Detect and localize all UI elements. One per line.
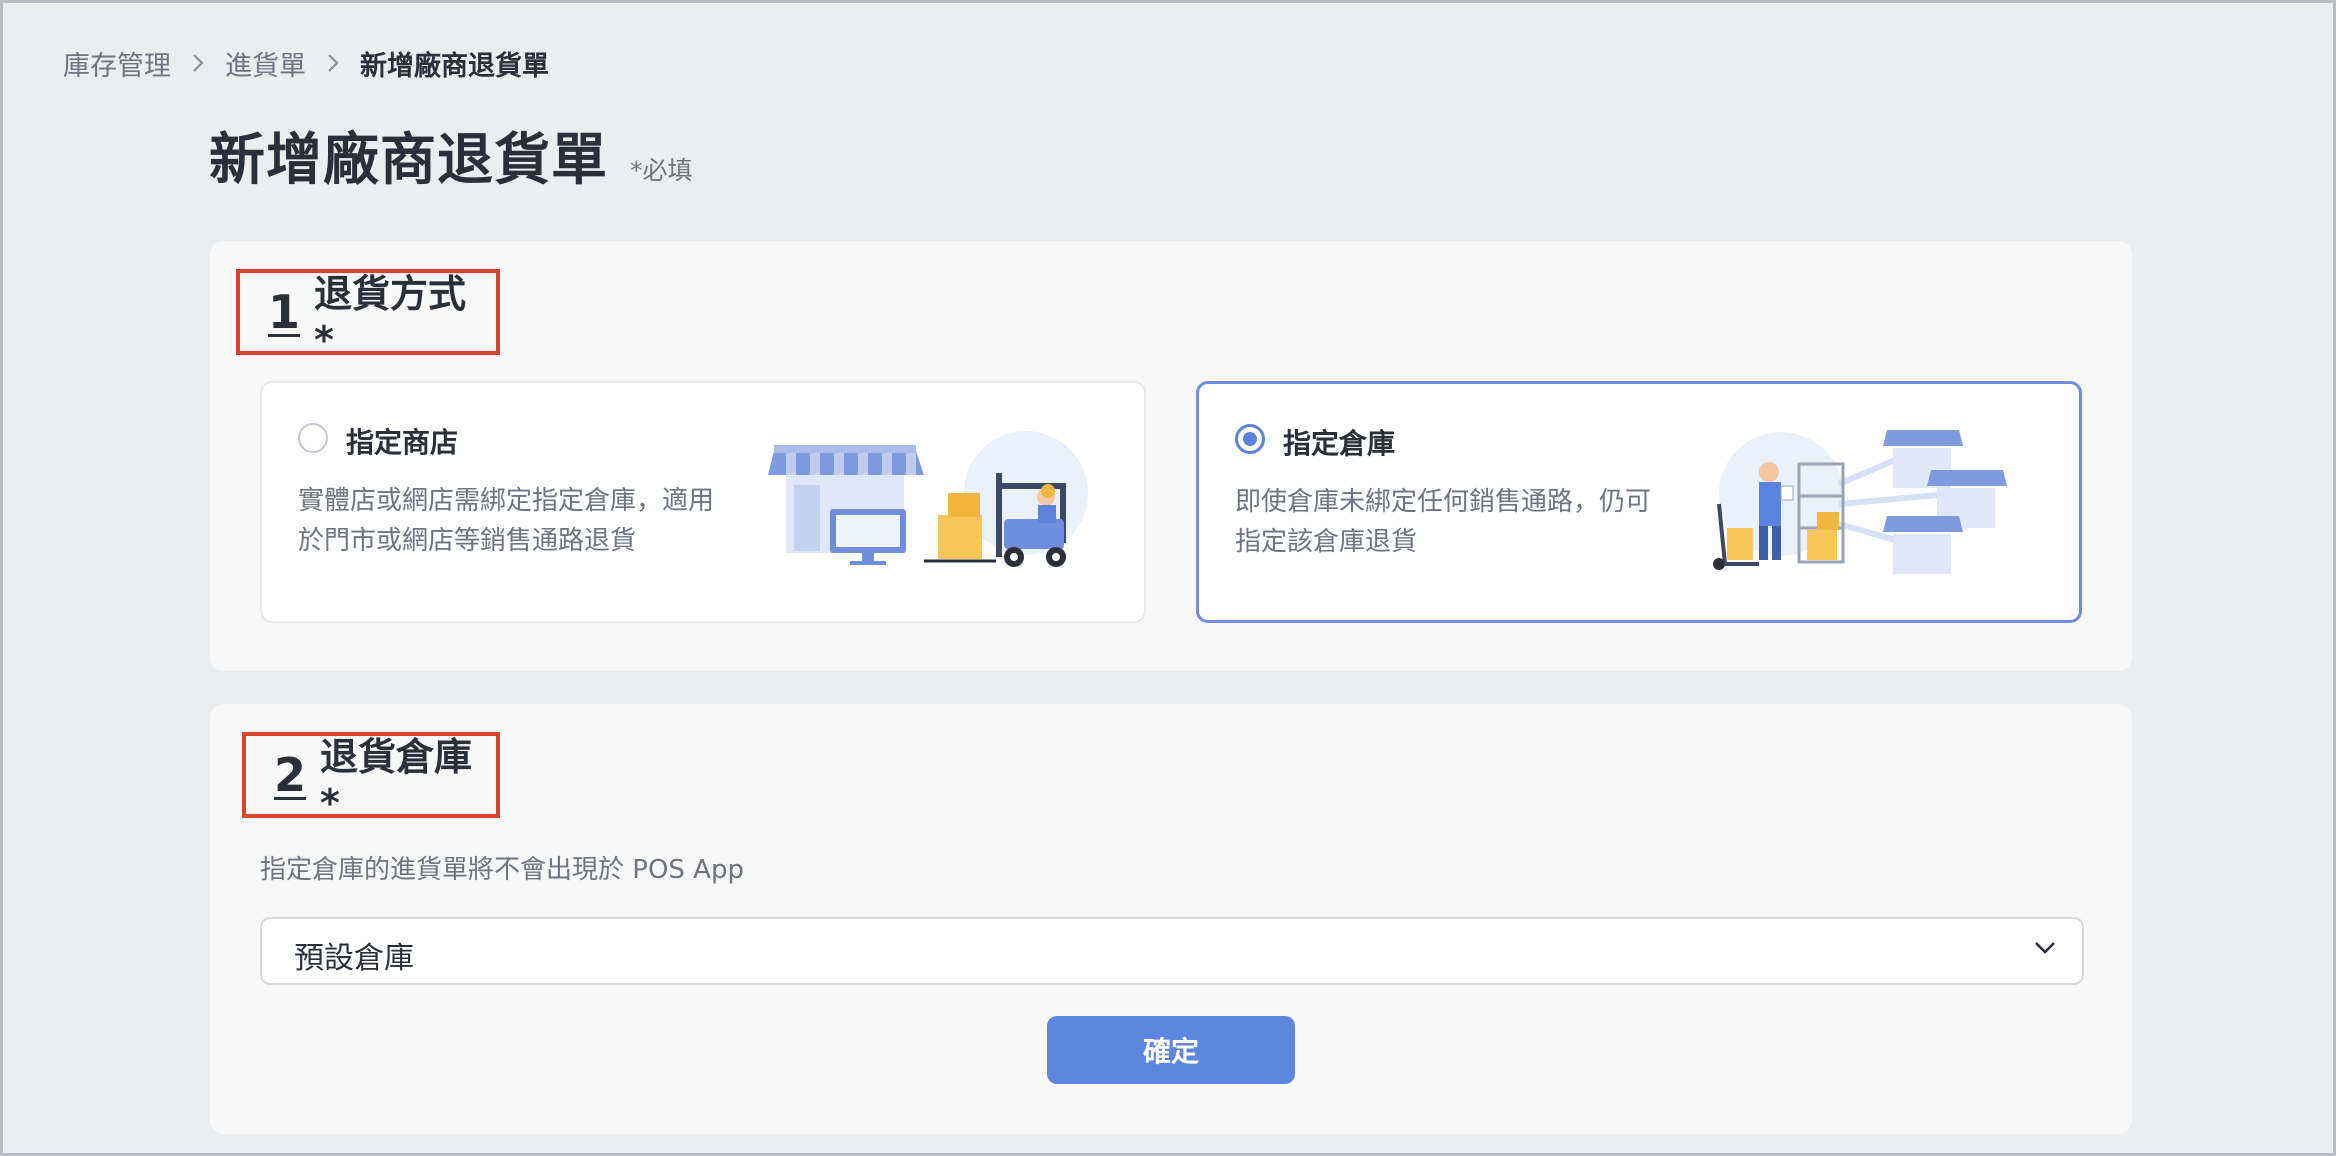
- required-note: *必填: [630, 156, 693, 185]
- radio-designated-warehouse[interactable]: [1235, 424, 1265, 454]
- option-title: 指定倉庫: [1283, 427, 1396, 460]
- chevron-right-icon: [326, 52, 340, 74]
- step-number: 2: [274, 748, 307, 802]
- title-row: 新增廠商退貨單 *必填: [209, 115, 693, 196]
- option-description: 即使倉庫未綁定任何銷售通路，仍可指定該倉庫退貨: [1235, 487, 1652, 557]
- step-number: 1: [268, 285, 301, 339]
- select-value: 預設倉庫: [294, 941, 414, 976]
- page-title: 新增廠商退貨單: [209, 128, 608, 193]
- option-title: 指定商店: [346, 426, 459, 459]
- option-description: 實體店或網店需綁定指定倉庫，適用於門市或網店等銷售通路退貨: [298, 486, 715, 556]
- return-warehouse-card: 2 退貨倉庫* 指定倉庫的進貨單將不會出現於 POS App 預設倉庫 確定: [210, 704, 2132, 1134]
- warehouse-hint: 指定倉庫的進貨單將不會出現於 POS App: [260, 855, 744, 885]
- chevron-down-icon: [2035, 942, 2055, 954]
- breadcrumb-item-purchase-order[interactable]: 進貨單: [225, 44, 306, 83]
- confirm-button[interactable]: 確定: [1047, 1016, 1295, 1084]
- chevron-right-icon: [191, 52, 205, 74]
- warehouse-select[interactable]: 預設倉庫: [260, 917, 2084, 985]
- step-label: 退貨倉庫*: [320, 734, 473, 825]
- storefront-forklift-illustration: [768, 431, 1088, 567]
- radio-designated-store[interactable]: [298, 423, 328, 453]
- warehouse-stores-illustration: [1713, 430, 2007, 574]
- step-label: 退貨方式*: [314, 271, 467, 362]
- return-method-card: 1 退貨方式* 指定商店 實體店或網店需綁定指定倉庫，適用於門市或網店等銷售通路…: [210, 241, 2132, 671]
- breadcrumb-current: 新增廠商退貨單: [360, 50, 549, 82]
- step-2-heading: 2 退貨倉庫*: [242, 732, 500, 825]
- breadcrumb: 庫存管理 進貨單 新增廠商退貨單: [63, 43, 549, 83]
- option-designated-store[interactable]: 指定商店 實體店或網店需綁定指定倉庫，適用於門市或網店等銷售通路退貨: [260, 381, 1146, 623]
- step-1-heading: 1 退貨方式*: [236, 269, 500, 362]
- breadcrumb-item-inventory[interactable]: 庫存管理: [63, 44, 171, 83]
- option-designated-warehouse[interactable]: 指定倉庫 即使倉庫未綁定任何銷售通路，仍可指定該倉庫退貨: [1196, 381, 2082, 623]
